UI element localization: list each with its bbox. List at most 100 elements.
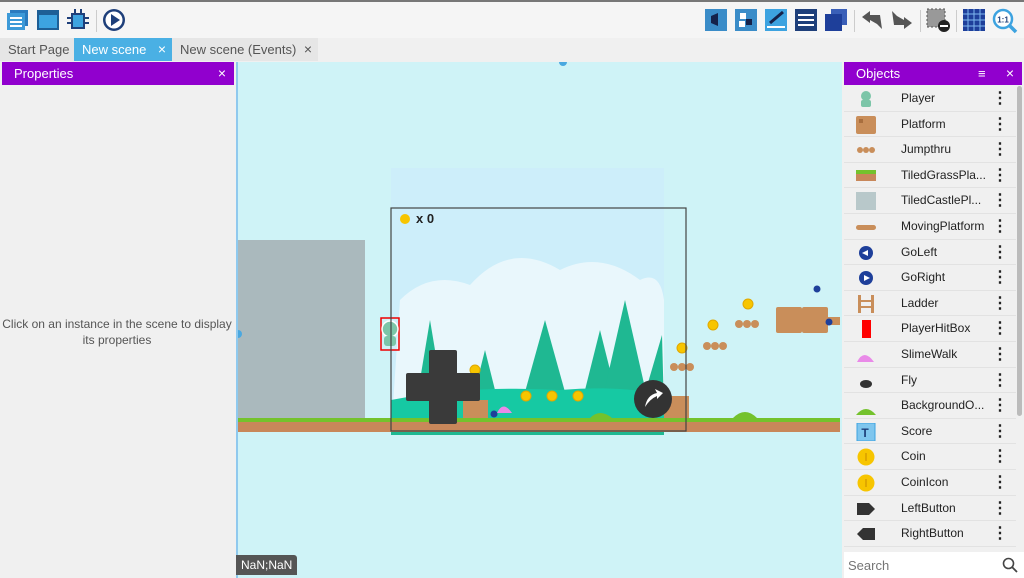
object-name: RightButton bbox=[901, 526, 964, 541]
object-name: CoinIcon bbox=[901, 475, 949, 489]
right-button-icon bbox=[857, 528, 875, 541]
objects-panel-icon[interactable] bbox=[704, 8, 728, 32]
search-input[interactable] bbox=[848, 555, 998, 575]
objects-header: Objects ≡ × bbox=[844, 62, 1022, 85]
text-object-icon: T bbox=[856, 422, 876, 441]
coin-icon bbox=[400, 214, 410, 224]
objects-search bbox=[844, 552, 1024, 578]
object-name: SlimeWalk bbox=[901, 347, 958, 361]
more-options-icon[interactable]: ⋮ bbox=[992, 265, 1008, 290]
preview-play-icon[interactable] bbox=[102, 8, 126, 32]
ground-grass bbox=[238, 418, 840, 422]
platform-icon bbox=[856, 115, 876, 134]
object-item-fly[interactable]: Fly ⋮ bbox=[844, 368, 1016, 394]
close-icon[interactable]: × bbox=[218, 62, 226, 85]
close-icon[interactable]: × bbox=[1006, 62, 1014, 85]
object-name: BackgroundO... bbox=[901, 398, 985, 413]
object-item-player[interactable]: Player ⋮ bbox=[844, 86, 1016, 112]
properties-panel: Properties × Click on an instance in the … bbox=[0, 62, 234, 578]
hitbox-icon bbox=[862, 320, 871, 339]
grid-icon[interactable] bbox=[962, 8, 986, 32]
object-name: GoLeft bbox=[901, 244, 938, 259]
jumpthru-icon bbox=[857, 147, 875, 154]
tab-new-scene[interactable]: New scene × bbox=[74, 38, 172, 61]
project-manager-icon[interactable] bbox=[6, 8, 30, 32]
more-options-icon[interactable]: ⋮ bbox=[992, 214, 1008, 239]
undo-icon[interactable] bbox=[860, 8, 884, 32]
object-item-coinicon[interactable]: CoinIcon ⋮ bbox=[844, 470, 1016, 496]
score-text: x 0 bbox=[416, 211, 435, 226]
objects-scrollbar[interactable] bbox=[1017, 86, 1022, 416]
instances-list-icon[interactable] bbox=[794, 8, 818, 32]
object-item-backgroundo[interactable]: BackgroundO... ⋮ bbox=[844, 393, 1016, 419]
more-options-icon[interactable]: ⋮ bbox=[992, 393, 1008, 418]
platform-block bbox=[463, 400, 488, 418]
more-options-icon[interactable]: ⋮ bbox=[992, 137, 1008, 162]
player-icon bbox=[861, 91, 871, 107]
object-item-tiledgrasspla[interactable]: TiledGrassPla... ⋮ bbox=[844, 163, 1016, 189]
tab-new-scene-events[interactable]: New scene (Events) × bbox=[172, 38, 318, 61]
more-options-icon[interactable]: ⋮ bbox=[992, 444, 1008, 469]
tab-bar: Start Page New scene × New scene (Events)… bbox=[0, 38, 1024, 61]
object-name: Score bbox=[901, 423, 933, 438]
object-name: Fly bbox=[901, 372, 917, 387]
redo-icon[interactable] bbox=[890, 8, 914, 32]
more-options-icon[interactable]: ⋮ bbox=[992, 316, 1008, 341]
object-item-goright[interactable]: GoRight ⋮ bbox=[844, 265, 1016, 291]
scene-canvas[interactable]: x 0 bbox=[236, 62, 842, 578]
properties-empty-message: Click on an instance in the scene to dis… bbox=[2, 317, 232, 347]
object-name: GoRight bbox=[901, 270, 946, 285]
object-item-ladder[interactable]: Ladder ⋮ bbox=[844, 291, 1016, 317]
object-item-jumpthru[interactable]: Jumpthru ⋮ bbox=[844, 137, 1016, 163]
panel-title: Properties bbox=[14, 66, 74, 81]
object-name: LeftButton bbox=[901, 500, 956, 515]
more-options-icon[interactable]: ⋮ bbox=[992, 521, 1008, 546]
more-options-icon[interactable]: ⋮ bbox=[992, 291, 1008, 316]
layers-icon[interactable] bbox=[824, 8, 848, 32]
close-icon[interactable]: × bbox=[304, 38, 312, 61]
more-options-icon[interactable]: ⋮ bbox=[992, 419, 1008, 444]
more-options-icon[interactable]: ⋮ bbox=[992, 163, 1008, 188]
object-name: Ladder bbox=[901, 295, 939, 310]
more-options-icon[interactable]: ⋮ bbox=[992, 112, 1008, 137]
object-item-playerhitbox[interactable]: PlayerHitBox ⋮ bbox=[844, 316, 1016, 342]
cursor-position-readout: NaN;NaN bbox=[236, 555, 298, 575]
more-options-icon[interactable]: ⋮ bbox=[992, 342, 1008, 367]
filter-icon[interactable]: ≡ bbox=[978, 62, 986, 85]
object-item-goleft[interactable]: GoLeft ⋮ bbox=[844, 240, 1016, 266]
more-options-icon[interactable]: ⋮ bbox=[992, 496, 1008, 521]
coin-icon bbox=[857, 448, 875, 466]
main-toolbar: 1:1 bbox=[0, 0, 1024, 38]
svg-text:T: T bbox=[861, 426, 869, 440]
properties-edit-icon[interactable] bbox=[764, 8, 788, 32]
more-options-icon[interactable]: ⋮ bbox=[992, 86, 1008, 111]
object-item-rightbutton[interactable]: RightButton ⋮ bbox=[844, 521, 1016, 547]
tab-start-page[interactable]: Start Page bbox=[0, 38, 74, 61]
left-button-icon bbox=[857, 502, 875, 515]
more-options-icon[interactable]: ⋮ bbox=[992, 470, 1008, 495]
object-item-slimewalk[interactable]: SlimeWalk ⋮ bbox=[844, 342, 1016, 368]
more-options-icon[interactable]: ⋮ bbox=[992, 368, 1008, 393]
object-item-leftbutton[interactable]: LeftButton ⋮ bbox=[844, 496, 1016, 522]
object-item-coin[interactable]: Coin ⋮ bbox=[844, 444, 1016, 470]
zoom-reset-icon[interactable]: 1:1 bbox=[992, 8, 1018, 34]
tab-label: Start Page bbox=[8, 42, 70, 57]
objects-list: Player ⋮ Platform ⋮ Jumpthru ⋮ TiledGrassPla..… bbox=[844, 86, 1024, 552]
castle-wall bbox=[238, 240, 365, 418]
object-groups-icon[interactable] bbox=[734, 8, 758, 32]
search-icon[interactable] bbox=[1002, 557, 1018, 573]
delete-selection-icon[interactable] bbox=[926, 8, 950, 32]
object-item-platform[interactable]: Platform ⋮ bbox=[844, 112, 1016, 138]
more-options-icon[interactable]: ⋮ bbox=[992, 240, 1008, 265]
more-options-icon[interactable]: ⋮ bbox=[992, 188, 1008, 213]
scene-window-icon[interactable] bbox=[36, 8, 60, 32]
object-item-score[interactable]: T Score ⋮ bbox=[844, 419, 1016, 445]
object-name: TiledGrassPla... bbox=[901, 167, 986, 182]
close-icon[interactable]: × bbox=[158, 38, 166, 61]
debugger-icon[interactable] bbox=[66, 8, 90, 32]
platform-block bbox=[802, 307, 828, 333]
object-name: TiledCastlePl... bbox=[901, 193, 982, 208]
panel-title: Objects bbox=[856, 66, 901, 81]
object-item-movingplatform[interactable]: MovingPlatform ⋮ bbox=[844, 214, 1016, 240]
object-item-tiledcastlepl[interactable]: TiledCastlePl... ⋮ bbox=[844, 188, 1016, 214]
